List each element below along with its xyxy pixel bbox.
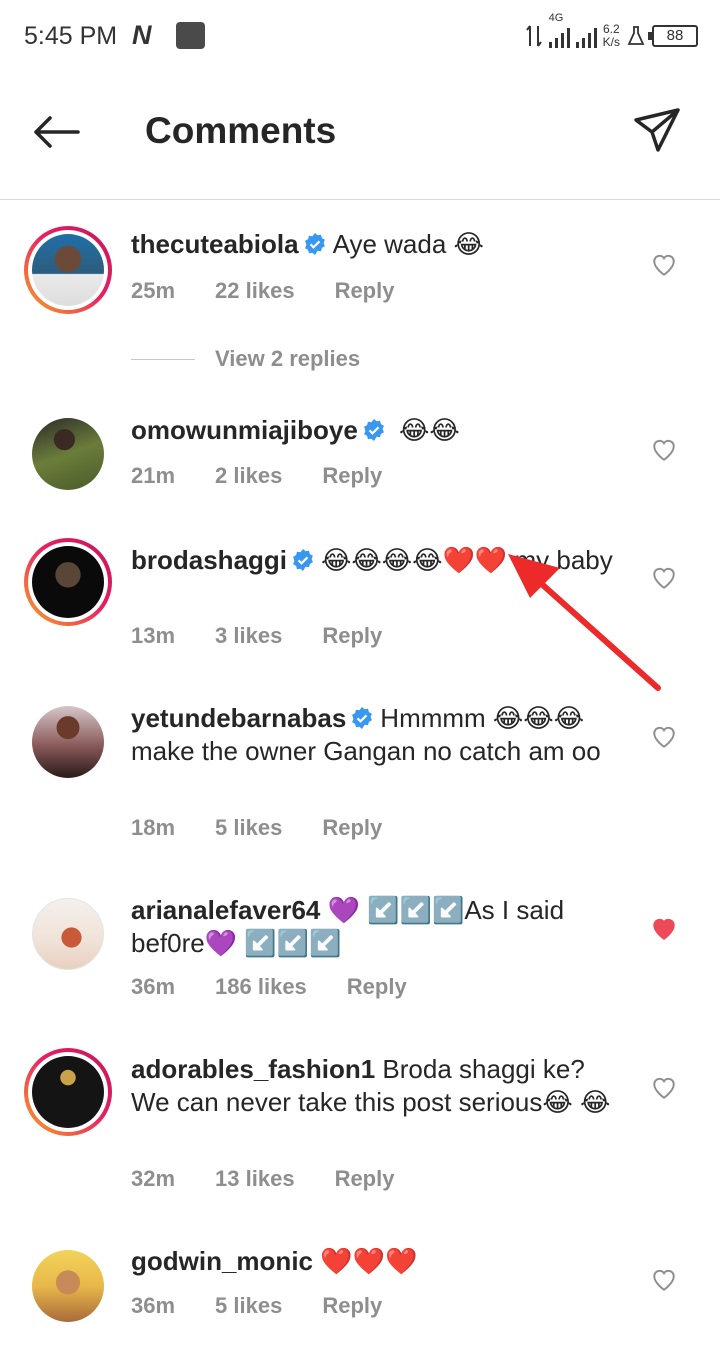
avatar-wrap[interactable] — [24, 698, 112, 786]
avatar-ring[interactable] — [24, 1048, 112, 1136]
like-heart-icon[interactable] — [651, 724, 677, 750]
like-heart-icon[interactable] — [651, 1267, 677, 1293]
comment-content: godwin_monic ❤️❤️❤️ — [131, 1245, 621, 1278]
view-replies-label: View 2 replies — [215, 346, 361, 371]
comment-meta: 32m 13 likes Reply — [131, 1166, 434, 1192]
avatar — [32, 234, 104, 306]
comment-content: adorables_fashion1 Broda shaggi ke? We c… — [131, 1053, 621, 1119]
comment-content: arianalefaver64 💜 ↙️↙️↙️As I said bef0re… — [131, 894, 621, 960]
flask-icon — [627, 26, 645, 45]
back-button[interactable] — [28, 108, 84, 156]
comment-content: thecuteabiola Aye wada 😂 — [131, 228, 621, 261]
avatar — [32, 1056, 104, 1128]
comment-username[interactable]: godwin_monic — [131, 1246, 313, 1276]
reply-button[interactable]: Reply — [322, 463, 382, 489]
comment-meta: 36m 186 likes Reply — [131, 974, 447, 1000]
view-replies-button[interactable]: View 2 replies — [131, 346, 360, 372]
verified-badge-icon — [363, 419, 384, 441]
header: Comments — [0, 72, 720, 200]
comment-meta: 18m 5 likes Reply — [131, 815, 422, 841]
status-time: 5:45 PM — [24, 22, 118, 50]
comment-likes[interactable]: 13 likes — [215, 1166, 295, 1192]
comment-username[interactable]: thecuteabiola — [131, 229, 299, 259]
comment-username[interactable]: brodashaggi — [131, 545, 287, 575]
comment-time: 32m — [131, 1166, 176, 1191]
speed-unit: K/s — [602, 35, 620, 49]
battery-level: 88 — [666, 27, 684, 44]
comment-likes[interactable]: 5 likes — [215, 815, 282, 841]
comment-username[interactable]: arianalefaver64 — [131, 895, 320, 925]
comment-meta: 36m 5 likes Reply — [131, 1293, 422, 1319]
battery-icon: 88 — [648, 25, 698, 47]
back-arrow-icon — [34, 116, 80, 148]
notification-icon — [176, 22, 205, 49]
comment-time: 25m — [131, 278, 176, 303]
send-icon — [634, 108, 680, 152]
reply-button[interactable]: Reply — [322, 1293, 382, 1319]
like-heart-icon[interactable] — [651, 252, 677, 278]
avatar-wrap[interactable] — [24, 410, 112, 498]
comment-text: 😂😂😂😂❤️❤️ my baby — [321, 545, 613, 575]
reply-button[interactable]: Reply — [335, 1166, 395, 1192]
avatar — [32, 1250, 104, 1322]
avatar — [32, 898, 104, 970]
comment-likes[interactable]: 2 likes — [215, 463, 282, 489]
reply-button[interactable]: Reply — [322, 623, 382, 649]
status-bar: 5:45 PM N 4G 6.2 K/s 88 — [0, 0, 720, 72]
comment-time: 13m — [131, 623, 176, 648]
reply-button[interactable]: Reply — [322, 815, 382, 841]
comment-likes[interactable]: 186 likes — [215, 974, 307, 1000]
signal-icon-2 — [575, 24, 597, 48]
avatar-ring[interactable] — [24, 538, 112, 626]
avatar — [32, 546, 104, 618]
comment-likes[interactable]: 22 likes — [215, 278, 295, 304]
comment-username[interactable]: adorables_fashion1 — [131, 1054, 375, 1084]
comment-likes[interactable]: 3 likes — [215, 623, 282, 649]
comment-content: omowunmiajiboye 😂😂 — [131, 414, 621, 447]
network-speed: 6.2 K/s — [603, 23, 620, 49]
comment-time: 36m — [131, 1293, 176, 1318]
reply-button[interactable]: Reply — [335, 278, 395, 304]
avatar-ring[interactable] — [24, 226, 112, 314]
comment-time: 36m — [131, 974, 176, 999]
comment-likes[interactable]: 5 likes — [215, 1293, 282, 1319]
comment-meta: 21m 2 likes Reply — [131, 463, 422, 489]
comment-text: 😂😂 — [391, 415, 460, 445]
network-type: 4G — [548, 12, 564, 24]
verified-badge-icon — [304, 233, 325, 255]
comment-username[interactable]: omowunmiajiboye — [131, 415, 358, 445]
verified-badge-icon — [293, 549, 313, 571]
verified-badge-icon — [352, 707, 373, 729]
comment-content: brodashaggi 😂😂😂😂❤️❤️ my baby — [131, 544, 621, 577]
share-button[interactable] — [628, 102, 684, 158]
comment-time: 21m — [131, 463, 176, 488]
liked-heart-icon[interactable] — [651, 916, 677, 942]
data-transfer-icon — [525, 25, 542, 47]
comment-text: ❤️❤️❤️ — [313, 1246, 418, 1276]
comment-time: 18m — [131, 815, 176, 840]
comment-username[interactable]: yetundebarnabas — [131, 703, 346, 733]
avatar — [32, 706, 104, 778]
page-title: Comments — [145, 110, 337, 151]
avatar — [32, 418, 104, 490]
carrier-icon: N — [132, 20, 152, 50]
divider — [131, 358, 195, 360]
comment-text: Aye wada 😂 — [332, 229, 484, 259]
like-heart-icon[interactable] — [651, 565, 677, 591]
like-heart-icon[interactable] — [651, 437, 677, 463]
reply-button[interactable]: Reply — [347, 974, 407, 1000]
like-heart-icon[interactable] — [651, 1075, 677, 1101]
avatar-wrap[interactable] — [24, 1242, 112, 1330]
signal-icon — [548, 24, 570, 48]
status-indicators: 4G 6.2 K/s 88 — [525, 12, 698, 56]
comment-meta: 25m 22 likes Reply — [131, 278, 434, 304]
avatar-wrap[interactable] — [24, 890, 112, 978]
comment-meta: 13m 3 likes Reply — [131, 623, 422, 649]
comment-content: yetundebarnabas Hmmmm 😂😂😂 make the owner … — [131, 702, 621, 768]
